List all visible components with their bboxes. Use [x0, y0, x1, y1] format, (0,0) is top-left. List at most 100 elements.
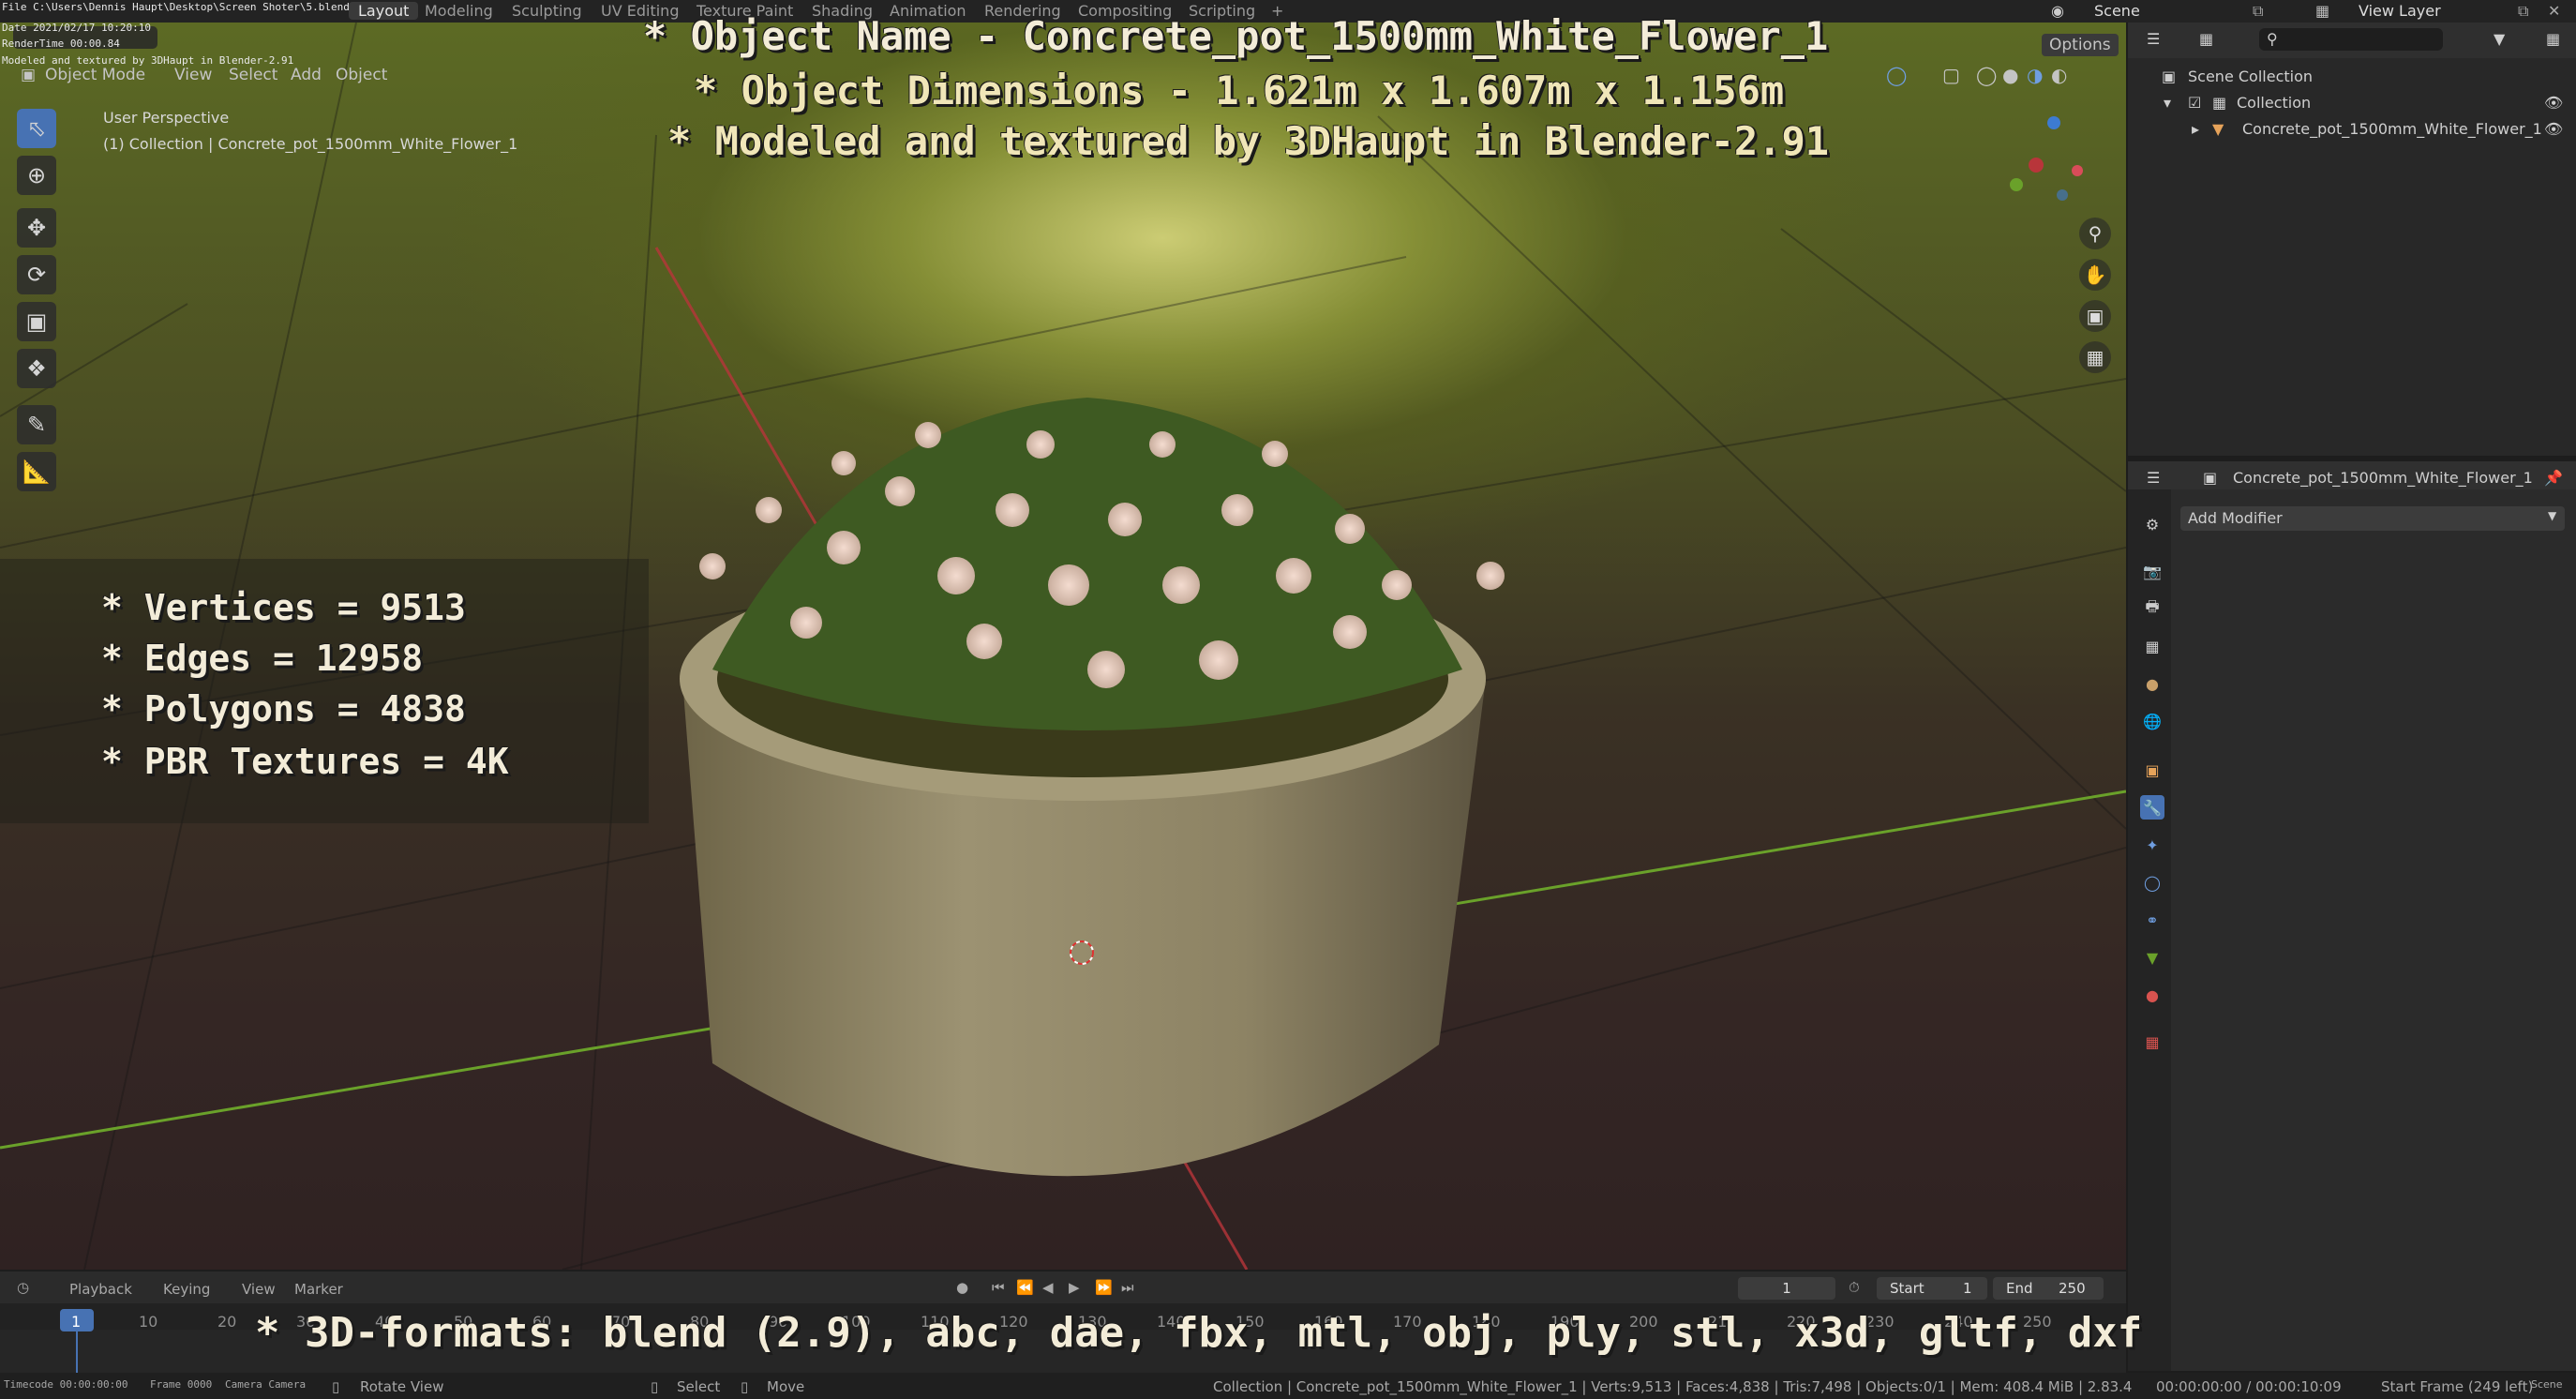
tab-layout[interactable]: Layout [349, 2, 419, 20]
solid-shading-icon[interactable]: ● [2002, 64, 2018, 86]
select-hint: Select [677, 1378, 721, 1395]
new-collection-icon[interactable]: ▦ [2546, 30, 2560, 48]
display-mode-icon[interactable]: ▦ [2199, 30, 2213, 48]
object-mode-selector[interactable]: Object Mode [45, 66, 145, 84]
collection-checkbox[interactable]: ☑ [2188, 94, 2201, 112]
constraints-properties-icon[interactable]: ⚭ [2140, 908, 2164, 932]
gizmo-x-axis[interactable] [2029, 158, 2044, 173]
scene-status: Scene [2531, 1378, 2563, 1391]
play-icon[interactable]: ▶ [1069, 1279, 1080, 1296]
outliner-scene-collection[interactable]: Scene Collection [2188, 68, 2313, 85]
credit-overlay: * Modeled and textured by 3DHaupt in Ble… [667, 118, 1830, 164]
start-frame-field[interactable]: Start 1 [1877, 1277, 1987, 1300]
move-tool-icon[interactable]: ✥ [17, 208, 56, 248]
gizmo-z-axis[interactable] [2047, 116, 2060, 129]
zoom-icon[interactable]: ⚲ [2079, 218, 2111, 249]
prev-keyframe-icon[interactable]: ⏪ [1016, 1279, 1034, 1296]
copy-layer-icon[interactable]: ⧉ [2518, 2, 2528, 21]
object-properties-icon[interactable]: ▣ [2140, 758, 2164, 782]
record-icon[interactable]: ● [956, 1279, 968, 1296]
timeline-editor-icon[interactable]: ◷ [17, 1279, 29, 1296]
properties-editor-type-icon[interactable]: ☰ [2147, 469, 2160, 487]
wireframe-shading-icon[interactable]: ◯ [1976, 64, 1997, 86]
copy-icon[interactable]: ⧉ [2253, 2, 2263, 21]
navigation-gizmo[interactable] [2006, 113, 2109, 216]
view-layer-properties-icon[interactable]: ▦ [2140, 634, 2164, 658]
tab-sculpting[interactable]: Sculpting [512, 2, 582, 20]
gizmo-neg-x-axis[interactable] [2072, 165, 2083, 176]
play-reverse-icon[interactable]: ◀ [1042, 1279, 1054, 1296]
collection-expand-icon[interactable]: ▾ [2164, 94, 2171, 112]
object-menu[interactable]: Object [336, 66, 387, 84]
pin-icon[interactable]: 📌 [2544, 469, 2563, 487]
gizmo-neg-z-axis[interactable] [2057, 189, 2068, 201]
view-layer-icon[interactable]: ▦ [2315, 2, 2329, 20]
playback-menu[interactable]: Playback [69, 1281, 132, 1298]
end-frame-field[interactable]: End 250 [1993, 1277, 2104, 1300]
mesh-data-properties-icon[interactable]: ▼ [2140, 945, 2164, 970]
formats-overlay: * 3D-formats: blend (2.9), abc, dae, fbx… [255, 1309, 2143, 1357]
camera-view-icon[interactable]: ▣ [2079, 300, 2111, 332]
output-properties-icon[interactable]: 🖶 [2140, 596, 2164, 621]
world-properties-icon[interactable]: 🌐 [2140, 709, 2164, 733]
rotate-tool-icon[interactable]: ⟳ [17, 255, 56, 294]
playback-time: 00:00:00:00 / 00:00:10:09 [2156, 1378, 2342, 1395]
collection-visibility-eye-icon[interactable]: 👁 [2544, 94, 2563, 112]
outliner-editor-type-icon[interactable]: ☰ [2147, 30, 2160, 48]
texture-properties-icon[interactable]: ▦ [2140, 1030, 2164, 1054]
overlays-icon[interactable]: ◯ [1886, 64, 1907, 86]
start-label: Start [1890, 1280, 1925, 1297]
timer-icon[interactable]: ⏱ [1849, 1279, 1860, 1296]
object-expand-icon[interactable]: ▸ [2192, 120, 2199, 138]
measure-tool-icon[interactable]: 📐 [17, 452, 56, 491]
physics-properties-icon[interactable]: ◯ [2140, 870, 2164, 895]
end-label: End [2006, 1280, 2033, 1297]
remove-layer-icon[interactable]: ✕ [2548, 2, 2560, 20]
vertices-stat: * Vertices = 9513 [101, 587, 466, 628]
render-properties-icon[interactable]: 📷 [2140, 559, 2164, 583]
transform-tool-icon[interactable]: ❖ [17, 349, 56, 388]
pan-hand-icon[interactable]: ✋ [2079, 259, 2111, 291]
current-frame-value: 1 [1782, 1280, 1791, 1297]
jump-end-icon[interactable]: ⏭ [1121, 1279, 1134, 1296]
ruler-tick: 10 [139, 1313, 158, 1331]
scene-selector[interactable]: Scene [2094, 2, 2140, 20]
scene-properties-icon[interactable]: ● [2140, 671, 2164, 696]
outliner-collection[interactable]: Collection [2237, 94, 2311, 112]
view-collection-label: (1) Collection | Concrete_pot_1500mm_Whi… [103, 135, 518, 153]
gizmo-y-axis[interactable] [2010, 178, 2023, 191]
tool-settings-icon[interactable]: ⚙ [2140, 512, 2164, 536]
view-menu[interactable]: View [174, 66, 212, 84]
object-visibility-eye-icon[interactable]: 👁 [2544, 120, 2563, 138]
xray-icon[interactable]: ▢ [1942, 64, 1960, 86]
ortho-grid-icon[interactable]: ▦ [2079, 341, 2111, 373]
options-dropdown[interactable]: Options [2042, 34, 2119, 56]
modeled-by-text: Modeled and textured by 3DHaupt in Blend… [2, 54, 294, 67]
scene-icon[interactable]: ◉ [2051, 2, 2064, 20]
playhead-line[interactable] [76, 1331, 78, 1373]
cursor-tool-icon[interactable]: ⊕ [17, 156, 56, 195]
outliner-object[interactable]: Concrete_pot_1500mm_White_Flower_1 [2242, 120, 2542, 138]
jump-start-icon[interactable]: ⏮ [992, 1279, 1005, 1296]
add-modifier-dropdown[interactable]: Add Modifier ▼ [2180, 506, 2565, 531]
current-frame-field[interactable]: 1 [1738, 1277, 1835, 1300]
outliner-search-input[interactable]: ⚲ [2259, 28, 2443, 51]
rendered-shading-icon[interactable]: ◐ [2051, 64, 2067, 86]
properties-panel [2128, 461, 2576, 1371]
select-menu[interactable]: Select [229, 66, 277, 84]
keying-menu[interactable]: Keying [163, 1281, 210, 1298]
tab-modeling[interactable]: Modeling [425, 2, 493, 20]
select-box-tool-icon[interactable]: ⬁ [17, 109, 56, 148]
filter-icon[interactable]: ▼ [2494, 30, 2505, 48]
marker-menu[interactable]: Marker [294, 1281, 343, 1298]
material-shading-icon[interactable]: ◑ [2027, 64, 2043, 86]
next-keyframe-icon[interactable]: ⏩ [1095, 1279, 1113, 1296]
particles-properties-icon[interactable]: ✦ [2140, 833, 2164, 857]
annotate-tool-icon[interactable]: ✎ [17, 405, 56, 444]
scale-tool-icon[interactable]: ▣ [17, 302, 56, 341]
add-menu[interactable]: Add [291, 66, 322, 84]
view-layer-selector[interactable]: View Layer [2359, 2, 2441, 20]
material-properties-icon[interactable]: ● [2140, 983, 2164, 1007]
timeline-view-menu[interactable]: View [242, 1281, 276, 1298]
modifier-properties-icon[interactable]: 🔧 [2140, 795, 2164, 820]
